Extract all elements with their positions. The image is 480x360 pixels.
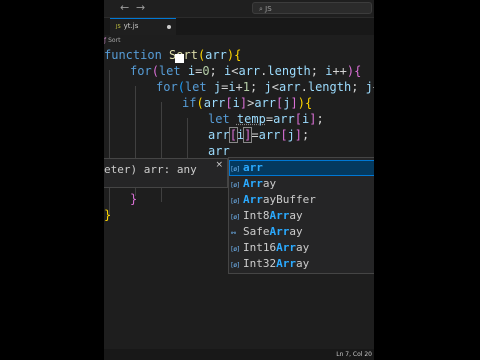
suggestion-match: Arr <box>269 209 290 222</box>
close-icon[interactable]: × <box>215 160 223 170</box>
suggestion-prefix: Int8 <box>243 209 270 222</box>
suggestion-prefix: Int16 <box>243 241 277 254</box>
suggestion-match: arr <box>243 161 263 174</box>
code-line-4: if(arr[i]>arr[j]){ <box>182 96 313 110</box>
breadcrumb[interactable]: ƒ Sort <box>104 36 374 46</box>
suggestion-item[interactable]: [ø] Int16Array <box>229 240 374 256</box>
command-center-text: JS <box>265 5 272 13</box>
suggestion-rest: ay <box>296 257 310 270</box>
suggestion-rest: ayBuffer <box>262 193 316 206</box>
suggestion-rest: ay <box>289 209 303 222</box>
suggestion-match: Arr <box>276 241 296 254</box>
suggestion-match: Arr <box>269 225 290 238</box>
unsaved-dot-icon[interactable] <box>167 25 171 29</box>
cursor-position[interactable]: Ln 7, Col 20 <box>336 349 372 360</box>
suggestion-item[interactable]: [ø] Int8Array <box>229 208 374 224</box>
suggestion-prefix: Int32 <box>243 257 277 270</box>
suggestion-item[interactable]: ⚯ SafeArray <box>229 224 374 240</box>
suggestion-rest: ay <box>296 241 310 254</box>
suggestion-item[interactable]: [ø] Int32Array <box>229 256 374 272</box>
suggestion-rest: ay <box>262 177 277 190</box>
code-line-close-for: } <box>130 192 138 206</box>
suggestion-item[interactable]: [ø] Array <box>229 176 374 192</box>
code-line-3: for(let j=i+1; j<arr.length; j++) <box>156 80 374 94</box>
status-bar: Ln 7, Col 20 <box>104 349 374 360</box>
editor-window: ← → ⌕ JS JSyt.js ƒSort function Sort(arr… <box>104 0 374 360</box>
indent-guide <box>109 70 110 216</box>
suggestion-rest: ay <box>289 225 303 238</box>
back-arrow-icon[interactable]: ← <box>120 1 129 15</box>
js-file-icon: JS <box>116 24 121 30</box>
tab-yt-js[interactable]: JS yt.js <box>110 18 176 35</box>
mouse-pointer <box>175 54 184 63</box>
code-line-2: for(let i=0; i<arr.length; i++){ <box>130 64 362 78</box>
code-line-5: let temp=arr[i]; <box>208 112 324 126</box>
command-center-search[interactable]: ⌕ JS <box>252 2 372 14</box>
parameter-hint-tooltip: eter) arr: any × <box>104 158 228 188</box>
code-line-7: arr <box>208 144 230 158</box>
suggestion-match: Arr <box>276 257 296 270</box>
variable-icon: [ø] <box>231 262 240 269</box>
code-line-close-function: } <box>104 208 112 222</box>
suggestion-item[interactable]: [ø] ArrayBuffer <box>229 192 374 208</box>
tab-bar: JS yt.js <box>104 18 374 35</box>
suggestion-prefix: Safe <box>243 225 270 238</box>
tab-label: yt.js <box>123 22 139 30</box>
breadcrumb-label: Sort <box>108 37 121 44</box>
forward-arrow-icon[interactable]: → <box>136 1 145 15</box>
code-line-6: arr[i]=arr[j]; <box>208 127 310 143</box>
function-icon: ƒ <box>104 37 107 44</box>
indent-guide <box>187 118 188 158</box>
parameter-hint-text: eter) arr: any <box>104 163 197 176</box>
title-bar: ← → ⌕ JS <box>104 0 374 18</box>
suggestion-widget: [ø] arr [ø] Array [ø] ArrayBuffer [ø] Int8Ar… <box>228 157 374 274</box>
suggestion-match: Arr <box>243 193 263 206</box>
suggestion-match: Arr <box>243 177 263 190</box>
code-line-1: function Sort(arr){ <box>104 48 242 62</box>
suggestion-item[interactable]: [ø] arr <box>229 160 374 176</box>
